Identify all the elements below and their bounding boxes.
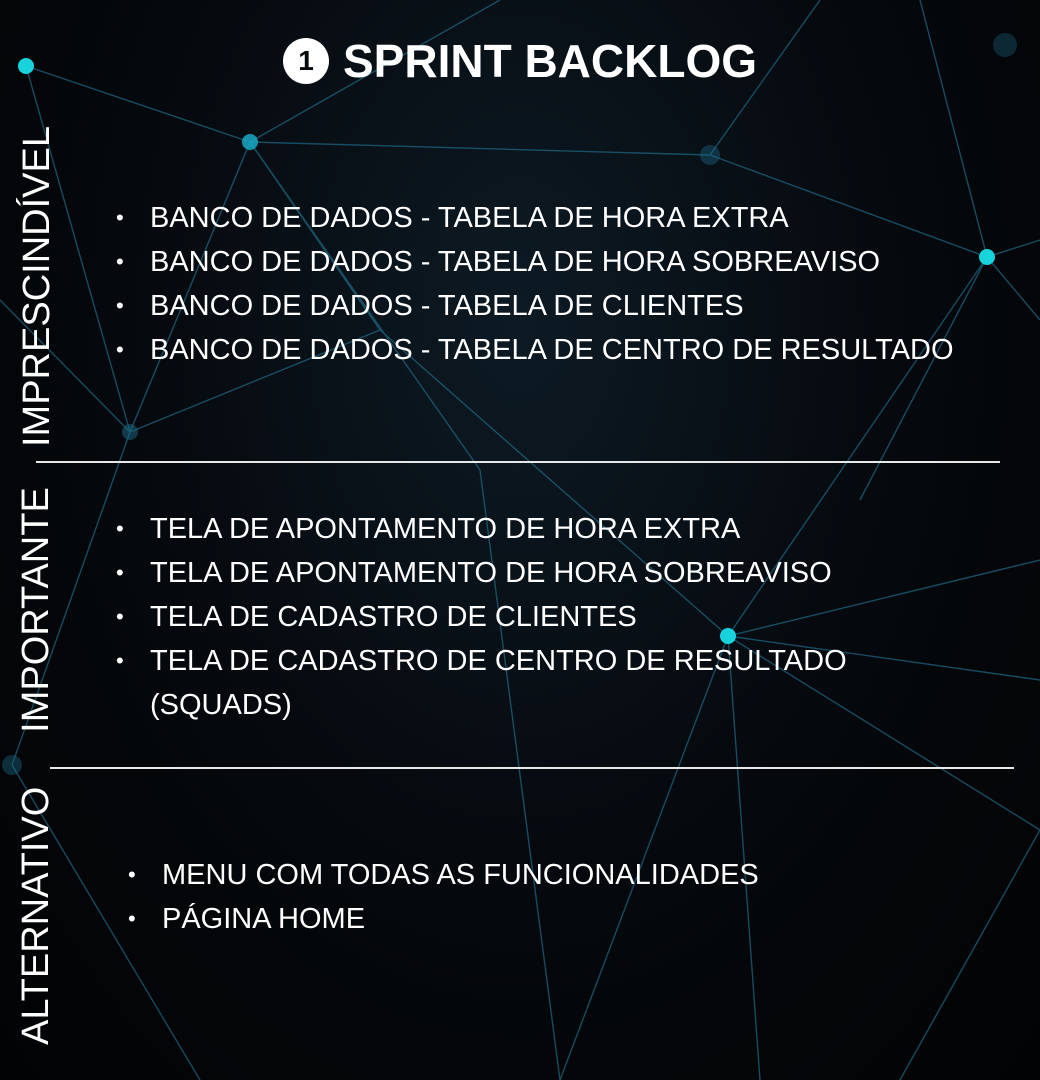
section-divider xyxy=(36,461,1000,463)
page-title: 1 SPRINT BACKLOG xyxy=(0,34,1040,88)
list-item: BANCO DE DADOS - TABELA DE HORA EXTRA xyxy=(116,196,1016,240)
list-item: MENU COM TODAS AS FUNCIONALIDADES xyxy=(128,853,988,897)
section-list-imprescindivel: BANCO DE DADOS - TABELA DE HORA EXTRA BA… xyxy=(116,196,1016,372)
section-list-alternativo: MENU COM TODAS AS FUNCIONALIDADES PÁGINA… xyxy=(128,853,988,941)
list-item: TELA DE CADASTRO DE CLIENTES xyxy=(116,595,856,639)
section-label-alternativo: ALTERNATIVO xyxy=(15,786,57,1045)
list-item: PÁGINA HOME xyxy=(128,897,988,941)
list-item: BANCO DE DADOS - TABELA DE CENTRO DE RES… xyxy=(116,328,1016,372)
list-item: BANCO DE DADOS - TABELA DE HORA SOBREAVI… xyxy=(116,240,1016,284)
section-label-imprescindivel: IMPRESCINDÍVEL xyxy=(16,126,58,447)
list-item: TELA DE CADASTRO DE CENTRO DE RESULTADO … xyxy=(116,639,856,727)
list-item: TELA DE APONTAMENTO DE HORA SOBREAVISO xyxy=(116,551,856,595)
section-divider xyxy=(50,767,1014,769)
page-title-text: SPRINT BACKLOG xyxy=(343,35,757,87)
list-item: BANCO DE DADOS - TABELA DE CLIENTES xyxy=(116,284,1016,328)
section-list-importante: TELA DE APONTAMENTO DE HORA EXTRA TELA D… xyxy=(116,507,856,727)
list-item: TELA DE APONTAMENTO DE HORA EXTRA xyxy=(116,507,856,551)
step-number-badge: 1 xyxy=(283,38,329,84)
section-label-importante: IMPORTANTE xyxy=(15,487,57,733)
